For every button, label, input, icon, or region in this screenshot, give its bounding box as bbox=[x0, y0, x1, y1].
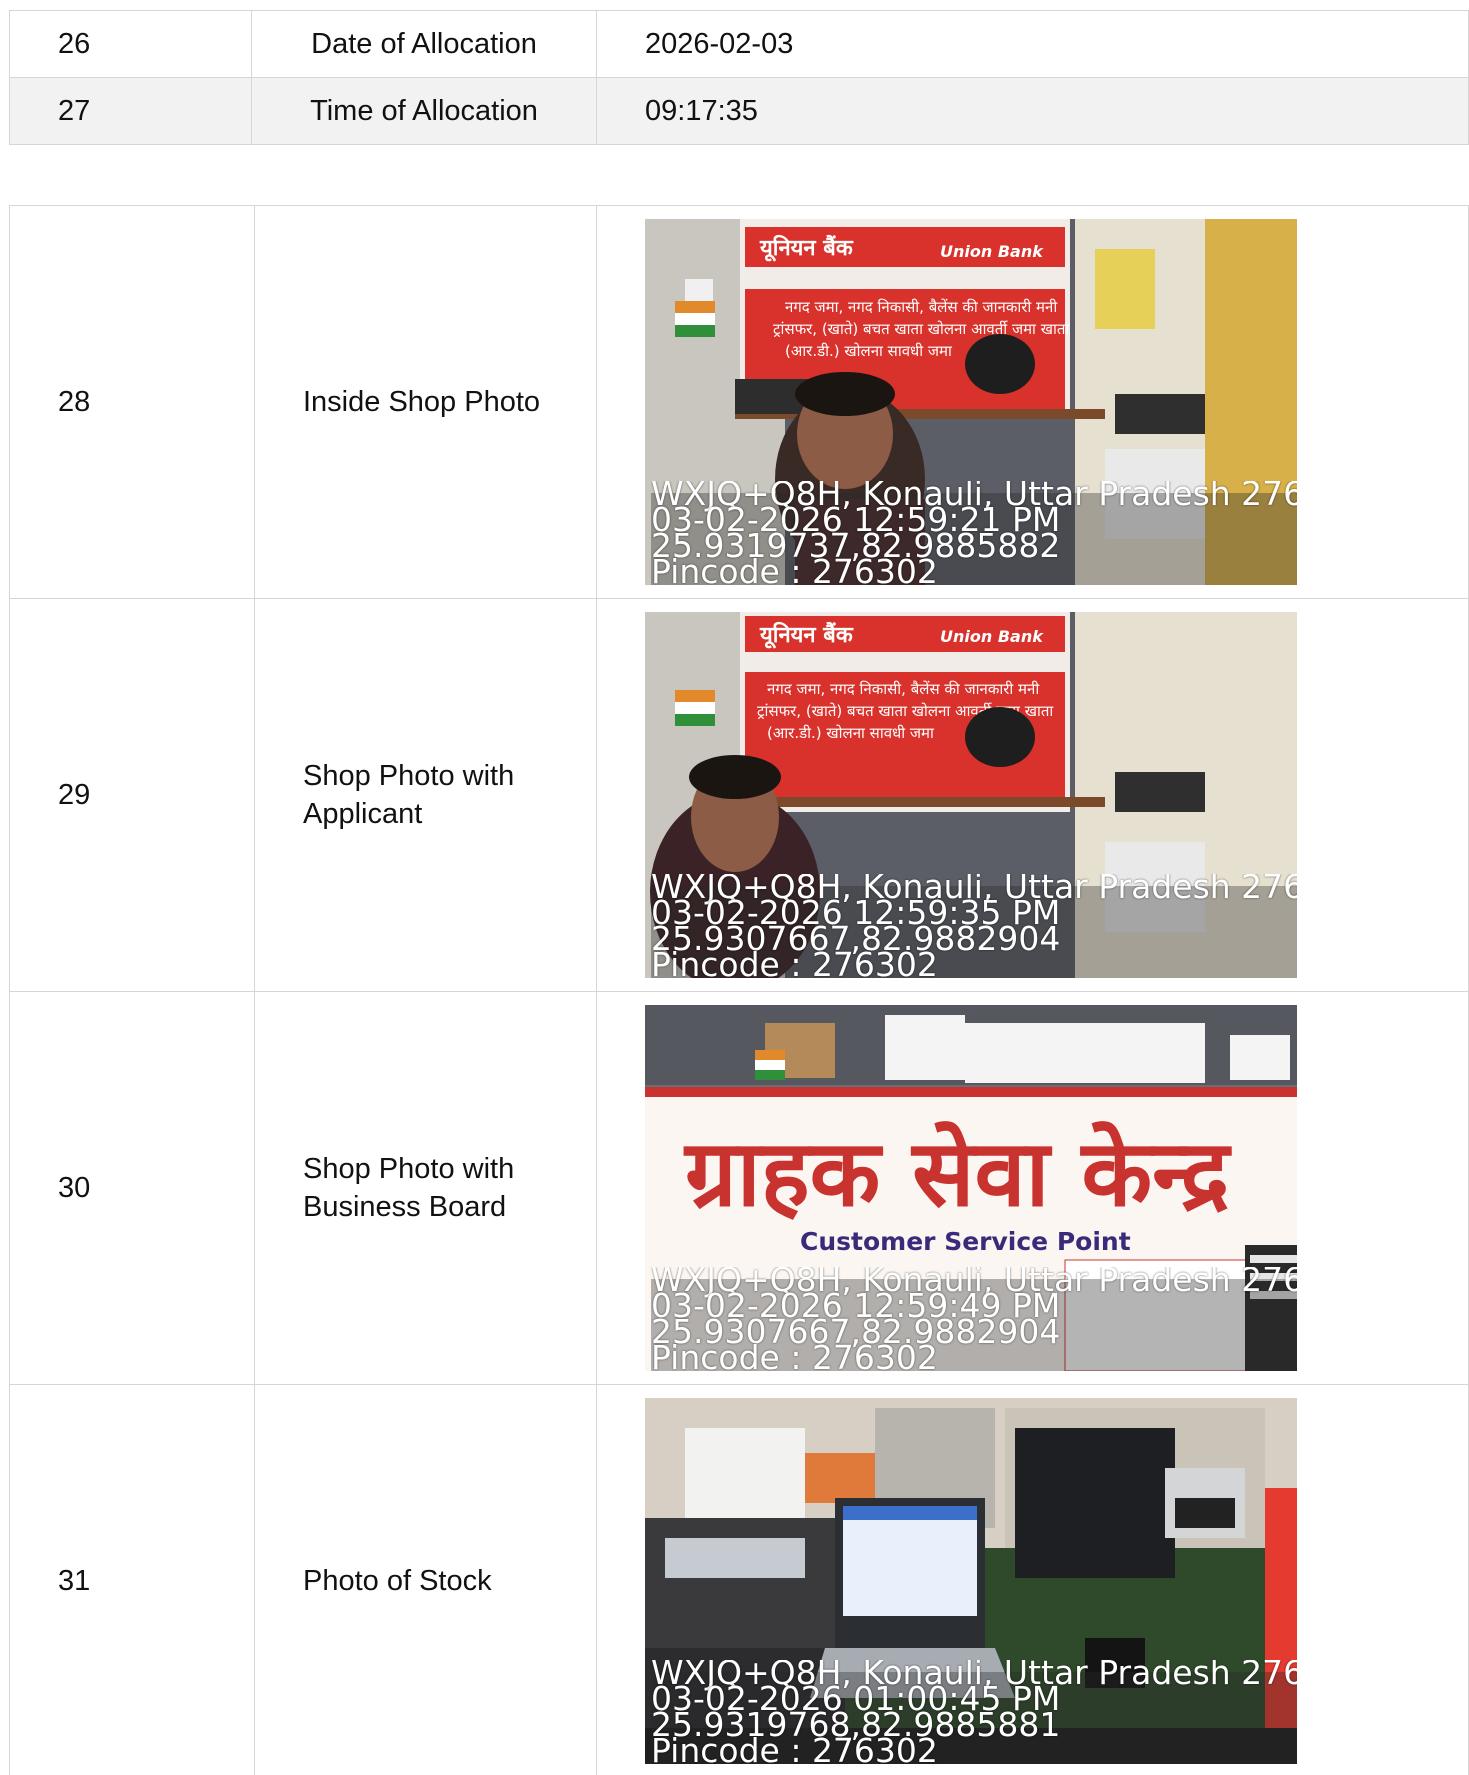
geo-stamp: WXJQ+Q8H, Konauli, Uttar Pradesh 27630 0… bbox=[651, 1267, 1297, 1371]
sign-text: यूनियन बैंक bbox=[759, 234, 854, 262]
sign-text: Union Bank bbox=[940, 627, 1044, 646]
stock-photo[interactable]: WXJQ+Q8H, Konauli, Uttar Pradesh 27630 0… bbox=[645, 1398, 1297, 1764]
row-number: 27 bbox=[9, 77, 252, 145]
geo-stamp: WXJQ+Q8H, Konauli, Uttar Pradesh 27630 0… bbox=[651, 481, 1297, 585]
sign-text: नगद जमा, नगद निकासी, बैलेंस की जानकारी म… bbox=[785, 298, 1058, 316]
row-value: 2026-02-03 bbox=[596, 10, 1469, 78]
sign-text: (आर.डी.) खोलना सावधी जमा bbox=[785, 342, 953, 360]
row-number: 30 bbox=[9, 991, 255, 1385]
table-row: 30 Shop Photo with Business Board ग्राहक… bbox=[9, 991, 1469, 1385]
geo-stamp: WXJQ+Q8H, Konauli, Uttar Pradesh 27630 0… bbox=[651, 1660, 1297, 1764]
row-label: Shop Photo with Business Board bbox=[254, 991, 597, 1385]
table-row: 27 Time of Allocation 09:17:35 bbox=[9, 77, 1469, 145]
row-number: 26 bbox=[9, 10, 252, 78]
board-hindi-text: ग्राहक सेवा केन्द्र bbox=[683, 1120, 1233, 1227]
table-row: 29 Shop Photo with Applicant यूनियन बैंक… bbox=[9, 598, 1469, 992]
row-number: 28 bbox=[9, 205, 255, 599]
geo-stamp: WXJQ+Q8H, Konauli, Uttar Pradesh 27630 0… bbox=[651, 874, 1297, 978]
inside-shop-photo[interactable]: यूनियन बैंक Union Bank नगद जमा, नगद निका… bbox=[645, 219, 1297, 585]
board-english-text: Customer Service Point bbox=[800, 1227, 1131, 1256]
row-label: Date of Allocation bbox=[251, 10, 597, 78]
stamp-pincode: Pincode : 276302 bbox=[651, 552, 938, 585]
stamp-pincode: Pincode : 276302 bbox=[651, 945, 938, 978]
stamp-pincode: Pincode : 276302 bbox=[651, 1338, 938, 1371]
row-value: 09:17:35 bbox=[596, 77, 1469, 145]
table-row: 26 Date of Allocation 2026-02-03 bbox=[9, 10, 1469, 78]
sign-text: Union Bank bbox=[940, 242, 1044, 261]
row-label: Photo of Stock bbox=[254, 1384, 597, 1775]
table-row: 31 Photo of Stock WXJQ+Q8H, Konauli, Utt… bbox=[9, 1384, 1469, 1775]
row-label: Inside Shop Photo bbox=[254, 205, 597, 599]
row-label: Time of Allocation bbox=[251, 77, 597, 145]
sign-text: यूनियन बैंक bbox=[759, 621, 854, 649]
row-number: 29 bbox=[9, 598, 255, 992]
allocation-table: 26 Date of Allocation 2026-02-03 27 Time… bbox=[9, 10, 1469, 145]
sign-text: नगद जमा, नगद निकासी, बैलेंस की जानकारी म… bbox=[767, 680, 1040, 698]
photo-table: 28 Inside Shop Photo यूनियन बैंक Union B… bbox=[9, 205, 1469, 1775]
business-board-photo[interactable]: ग्राहक सेवा केन्द्र Customer Service Poi… bbox=[645, 1005, 1297, 1371]
stamp-pincode: Pincode : 276302 bbox=[651, 1731, 938, 1764]
row-number: 31 bbox=[9, 1384, 255, 1775]
sign-text: ट्रांसफर, (खाते) बचत खाता खोलना आवर्ती ज… bbox=[773, 320, 1070, 338]
table-row: 28 Inside Shop Photo यूनियन बैंक Union B… bbox=[9, 205, 1469, 599]
row-label: Shop Photo with Applicant bbox=[254, 598, 597, 992]
sign-text: (आर.डी.) खोलना सावधी जमा bbox=[767, 724, 935, 742]
shop-with-applicant-photo[interactable]: यूनियन बैंक Union Bank नगद जमा, नगद निका… bbox=[645, 612, 1297, 978]
